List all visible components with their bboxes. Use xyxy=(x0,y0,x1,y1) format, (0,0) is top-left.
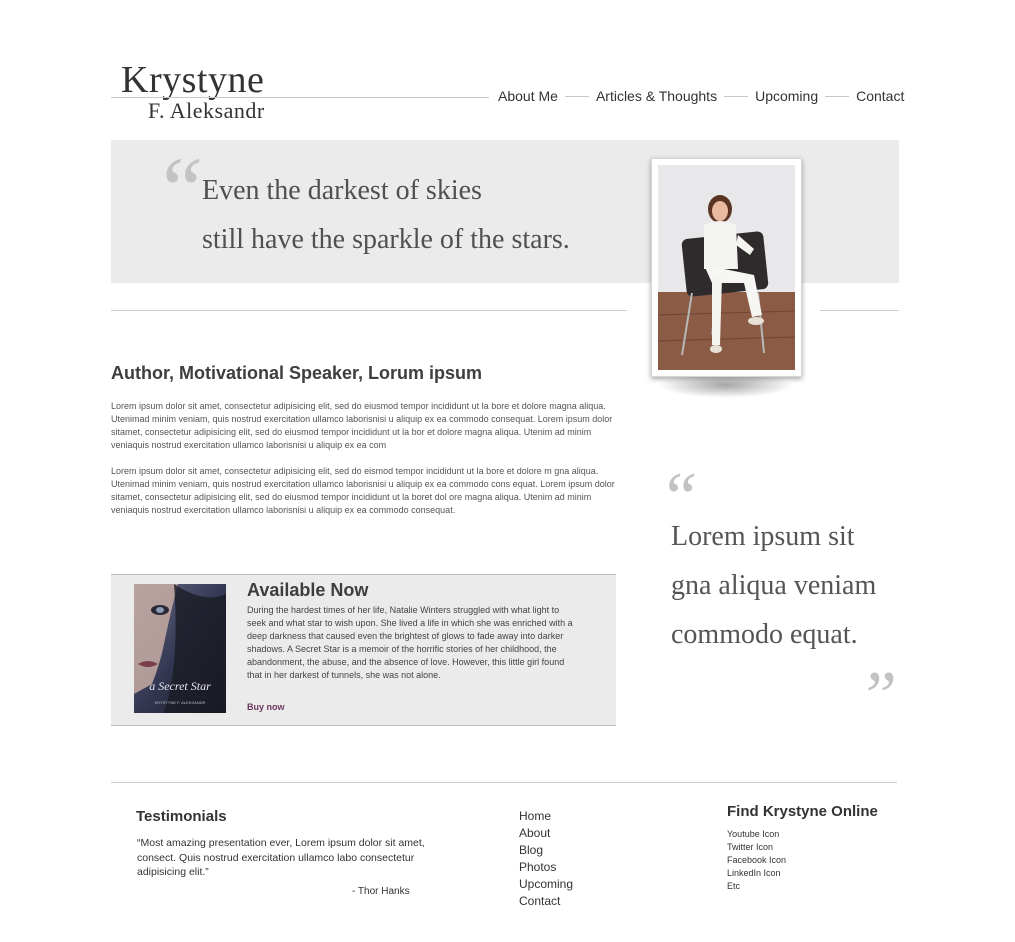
facebook-icon-link[interactable]: Facebook Icon xyxy=(727,855,786,865)
social-item: LinkedIn Icon xyxy=(727,867,786,880)
testimonial-quote: “Most amazing presentation ever, Lorem i… xyxy=(137,837,425,878)
footer-nav-item: About xyxy=(519,825,573,842)
side-close-quote-icon: ” xyxy=(858,658,897,735)
hero-divider xyxy=(820,310,899,311)
book-description: During the hardest times of her life, Na… xyxy=(247,605,573,680)
social-item: Youtube Icon xyxy=(727,828,786,841)
footer-divider xyxy=(111,782,897,783)
buy-now-link[interactable]: Buy now xyxy=(247,702,285,712)
site-logo[interactable]: Krystyne F. Aleksandr xyxy=(121,60,281,122)
linkedin-icon-link[interactable]: LinkedIn Icon xyxy=(727,868,781,878)
footer-link-photos[interactable]: Photos xyxy=(519,860,556,874)
book-cover-title: a Secret Star xyxy=(149,679,211,693)
book-cover-author: KRYSTYNE F. ALEKSANDR xyxy=(155,700,206,705)
hero-quote-line: Even the darkest of skies xyxy=(202,175,482,206)
footer-link-about[interactable]: About xyxy=(519,826,550,840)
hero-open-quote-icon: “ xyxy=(153,138,205,240)
testimonial-author: - Thor Hanks xyxy=(352,886,410,897)
nav-separator xyxy=(724,95,749,97)
footer-nav-item: Blog xyxy=(519,842,573,859)
nav-articles[interactable]: Articles & Thoughts xyxy=(596,87,717,105)
nav-contact[interactable]: Contact xyxy=(856,87,904,105)
social-item: Etc xyxy=(727,880,786,893)
social-item: Facebook Icon xyxy=(727,854,786,867)
footer-link-contact[interactable]: Contact xyxy=(519,894,560,908)
footer-nav-item: Upcoming xyxy=(519,876,573,893)
footer-nav-item: Contact xyxy=(519,893,573,910)
footer-nav: Home About Blog Photos Upcoming Contact xyxy=(519,808,573,910)
side-quote-line: gna aliqua veniam xyxy=(671,570,877,601)
portrait-photo-frame xyxy=(651,158,802,377)
footer-nav-item: Home xyxy=(519,808,573,825)
youtube-icon-link[interactable]: Youtube Icon xyxy=(727,829,779,839)
book-cover-art: a Secret Star KRYSTYNE F. ALEKSANDR xyxy=(134,584,226,713)
nav-about-me[interactable]: About Me xyxy=(498,87,558,105)
portrait-illustration xyxy=(658,165,795,370)
testimonials-heading: Testimonials xyxy=(136,808,227,825)
footer-link-home[interactable]: Home xyxy=(519,809,551,823)
nav-separator xyxy=(825,95,850,97)
side-quote-line: commodo equat. xyxy=(671,619,858,650)
side-quote-line: Lorem ipsum sit xyxy=(671,521,855,552)
hero-divider xyxy=(111,310,627,311)
nav-separator xyxy=(564,95,589,97)
book-cover[interactable]: a Secret Star KRYSTYNE F. ALEKSANDR xyxy=(134,584,226,713)
find-online-heading: Find Krystyne Online xyxy=(727,803,878,820)
twitter-icon-link[interactable]: Twitter Icon xyxy=(727,842,773,852)
main-nav: About Me Articles & Thoughts Upcoming Co… xyxy=(498,87,904,105)
footer-nav-item: Photos xyxy=(519,859,573,876)
hero-quote: Even the darkest of skies still have the… xyxy=(202,166,622,264)
side-quote: Lorem ipsum sit gna aliqua veniam commod… xyxy=(671,512,901,659)
footer-link-upcoming[interactable]: Upcoming xyxy=(519,877,573,891)
portrait-photo xyxy=(658,165,795,370)
hero-quote-line: still have the sparkle of the stars. xyxy=(202,224,570,255)
nav-upcoming[interactable]: Upcoming xyxy=(755,87,818,105)
etc-link[interactable]: Etc xyxy=(727,881,740,891)
logo-first-name: Krystyne xyxy=(121,59,265,101)
intro-paragraph: Lorem ipsum dolor sit amet, consectetur … xyxy=(111,466,615,515)
logo-last-name: F. Aleksandr xyxy=(148,98,265,123)
social-item: Twitter Icon xyxy=(727,841,786,854)
header-divider xyxy=(111,97,489,98)
footer-link-blog[interactable]: Blog xyxy=(519,843,543,857)
social-links: Youtube Icon Twitter Icon Facebook Icon … xyxy=(727,828,786,893)
book-heading: Available Now xyxy=(247,580,369,600)
intro-heading: Author, Motivational Speaker, Lorum ipsu… xyxy=(111,363,483,383)
intro-paragraph: Lorem ipsum dolor sit amet, consectetur … xyxy=(111,401,613,450)
